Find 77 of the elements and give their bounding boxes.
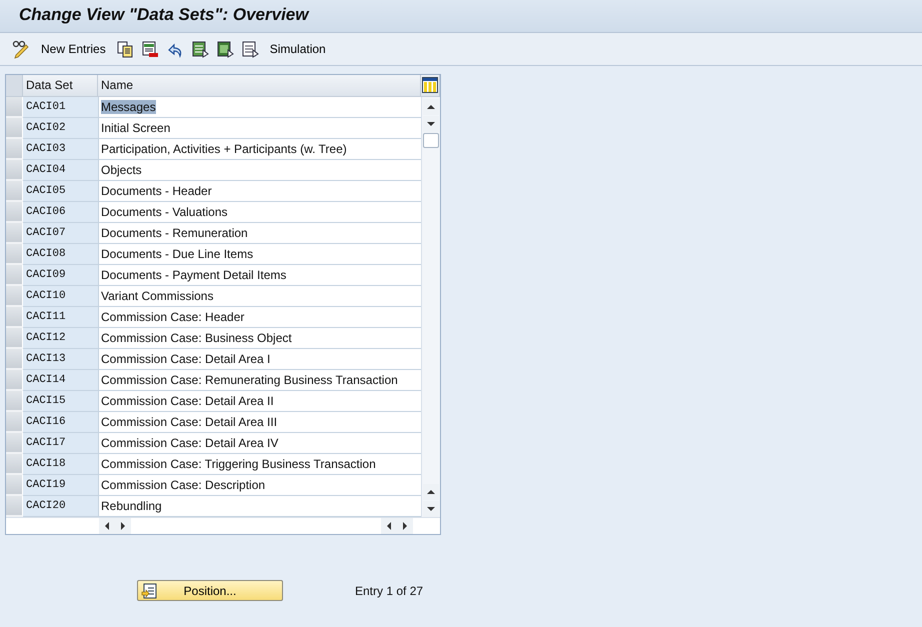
list-deselect-icon[interactable] <box>240 40 260 58</box>
table-cell[interactable]: Participation, Activities + Participants (w. Tree) <box>101 142 347 156</box>
row-selector[interactable] <box>6 139 23 160</box>
table-cell: CACI04 <box>23 160 98 181</box>
table-cell[interactable]: Commission Case: Detail Area II <box>101 394 274 408</box>
table-cell: CACI01 <box>23 97 98 118</box>
row-selector[interactable] <box>6 454 23 475</box>
toolbar-button[interactable]: New Entries <box>37 42 110 56</box>
table-cell[interactable]: Documents - Remuneration <box>101 226 248 240</box>
table-cell[interactable]: Commission Case: Detail Area III <box>101 415 278 429</box>
table-cell[interactable]: Messages <box>101 100 156 114</box>
table-cell[interactable]: Commission Case: Detail Area IV <box>101 436 278 450</box>
table-cell[interactable]: Documents - Payment Detail Items <box>101 268 286 282</box>
row-selector[interactable] <box>6 97 23 118</box>
table-cell[interactable]: Documents - Valuations <box>101 205 228 219</box>
table-cell: CACI13 <box>23 349 98 370</box>
column-header[interactable]: Name <box>98 75 421 96</box>
row-selector[interactable] <box>6 202 23 223</box>
table-cell[interactable]: Commission Case: Business Object <box>101 331 292 345</box>
position-icon <box>141 582 157 598</box>
table-cell: CACI06 <box>23 202 98 223</box>
window-title: Change View "Data Sets": Overview <box>19 5 308 24</box>
table-cell: CACI20 <box>23 496 98 517</box>
table-cell: CACI19 <box>23 475 98 496</box>
table-cell: CACI02 <box>23 118 98 139</box>
table-cell[interactable]: Commission Case: Detail Area I <box>101 352 270 366</box>
column-header[interactable]: Data Set <box>23 75 98 96</box>
row-selector[interactable] <box>6 433 23 454</box>
table-cell: CACI15 <box>23 391 98 412</box>
row-selector[interactable] <box>6 391 23 412</box>
row-selector[interactable] <box>6 349 23 370</box>
table-cell: CACI03 <box>23 139 98 160</box>
row-selector[interactable] <box>6 118 23 139</box>
toolbar-button[interactable]: Simulation <box>266 42 330 56</box>
row-selector[interactable] <box>6 181 23 202</box>
table-cell: CACI07 <box>23 223 98 244</box>
copy-icon[interactable] <box>116 40 135 58</box>
table-cell[interactable]: Commission Case: Header <box>101 310 244 324</box>
entry-counter: Entry 1 of 27 <box>355 584 424 598</box>
row-selector[interactable] <box>6 328 23 349</box>
table-cell[interactable]: Commission Case: Remunerating Business Transaction <box>101 373 398 387</box>
select-all-button[interactable] <box>6 75 23 96</box>
table-cell: CACI09 <box>23 265 98 286</box>
delete-icon[interactable] <box>140 40 160 58</box>
table-cell: CACI18 <box>23 454 98 475</box>
row-selector[interactable] <box>6 370 23 391</box>
table-cell: CACI10 <box>23 286 98 307</box>
list-select-icon[interactable] <box>216 40 235 58</box>
position-button[interactable]: Position... <box>137 580 283 601</box>
row-selector[interactable] <box>6 160 23 181</box>
table-cell: CACI16 <box>23 412 98 433</box>
row-selector[interactable] <box>6 223 23 244</box>
table-cell[interactable]: Rebundling <box>101 499 162 513</box>
row-selector[interactable] <box>6 244 23 265</box>
table-cell: CACI05 <box>23 181 98 202</box>
table-cell: CACI11 <box>23 307 98 328</box>
table-cell: CACI17 <box>23 433 98 454</box>
row-selector[interactable] <box>6 265 23 286</box>
row-selector[interactable] <box>6 412 23 433</box>
table-cell[interactable]: Documents - Due Line Items <box>101 247 254 261</box>
row-selector[interactable] <box>6 307 23 328</box>
table-cell: CACI08 <box>23 244 98 265</box>
table-cell[interactable]: Commission Case: Description <box>101 478 266 492</box>
glasses-pencil-icon[interactable] <box>12 40 31 58</box>
column-settings-icon[interactable] <box>422 77 438 93</box>
list-select-icon[interactable] <box>190 40 210 58</box>
scroll-thumb[interactable] <box>423 133 439 148</box>
row-selector[interactable] <box>6 496 23 517</box>
table-cell[interactable]: Objects <box>101 163 142 177</box>
row-selector[interactable] <box>6 286 23 307</box>
table-cell[interactable]: Commission Case: Triggering Business Transaction <box>101 457 376 471</box>
table-cell[interactable]: Variant Commissions <box>101 289 214 303</box>
row-selector[interactable] <box>6 475 23 496</box>
table-cell[interactable]: Initial Screen <box>101 121 170 135</box>
table-cell[interactable]: Documents - Header <box>101 184 212 198</box>
table-cell: CACI14 <box>23 370 98 391</box>
table-cell: CACI12 <box>23 328 98 349</box>
